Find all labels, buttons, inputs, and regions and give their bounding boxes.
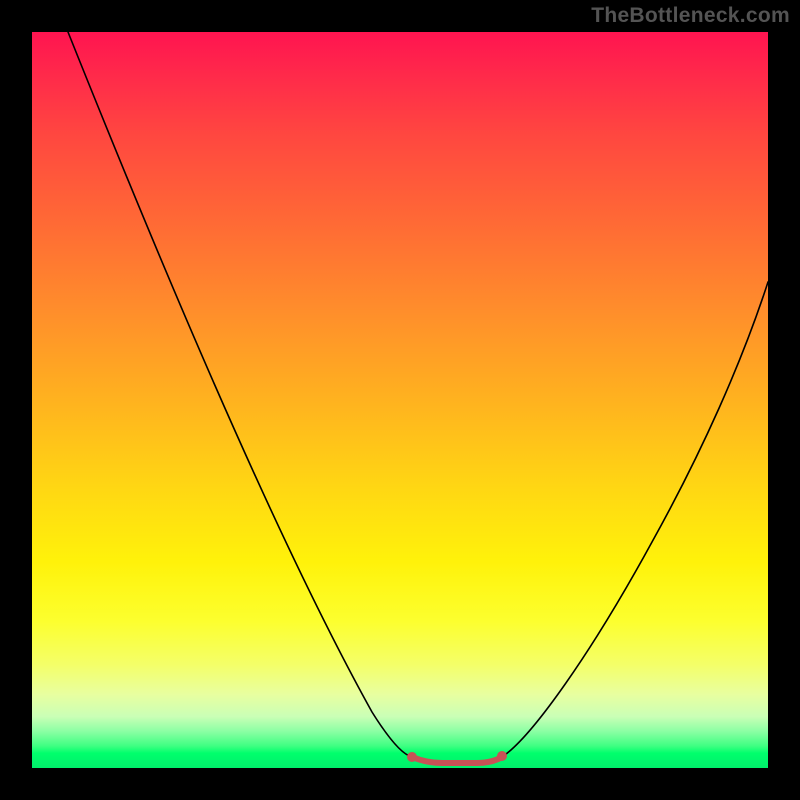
plot-area xyxy=(32,32,768,768)
curve-svg xyxy=(32,32,768,768)
curve-right-branch xyxy=(502,282,768,757)
chart-frame: TheBottleneck.com xyxy=(0,0,800,800)
watermark-label: TheBottleneck.com xyxy=(591,4,790,28)
flat-end-dot xyxy=(497,751,507,761)
flat-minimum-segment xyxy=(412,757,502,763)
curve-left-branch xyxy=(68,32,412,757)
